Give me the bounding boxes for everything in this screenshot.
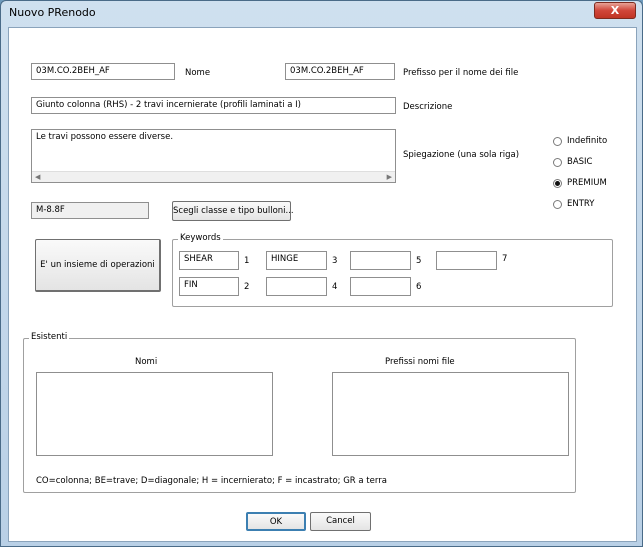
keyword-number-3: 3 bbox=[332, 256, 338, 266]
choose-bolts-button[interactable]: Scegli classe e tipo bulloni... bbox=[172, 201, 294, 221]
window-title: Nuovo PRenodo bbox=[9, 6, 96, 19]
radio-indefinito-label: Indefinito bbox=[567, 136, 608, 146]
names-header: Nomi bbox=[135, 357, 158, 367]
scroll-right-icon[interactable]: ▶ bbox=[387, 172, 392, 182]
keyword-input-6[interactable] bbox=[350, 277, 411, 296]
keyword-input-4[interactable] bbox=[266, 277, 327, 296]
prefixes-header: Prefissi nomi file bbox=[385, 357, 455, 367]
radio-basic-dot[interactable] bbox=[553, 157, 562, 167]
existing-group: Esistenti Nomi Prefissi nomi file CO=col… bbox=[23, 332, 576, 493]
spiegazione-text: Le travi possono essere diverse. bbox=[36, 132, 174, 142]
close-button[interactable]: X bbox=[594, 2, 636, 19]
keywords-group: Keywords SHEAR 1 FIN 2 HINGE 3 4 5 6 7 bbox=[172, 233, 613, 307]
keyword-number-4: 4 bbox=[332, 282, 338, 292]
existing-legend: Esistenti bbox=[29, 332, 70, 342]
dialog-body: 03M.CO.2BEH_AF Nome 03M.CO.2BEH_AF Prefi… bbox=[8, 27, 637, 542]
cancel-button[interactable]: Cancel bbox=[310, 512, 371, 531]
keyword-number-5: 5 bbox=[416, 256, 422, 266]
spiegazione-label: Spiegazione (una sola riga) bbox=[403, 150, 520, 160]
radio-basic[interactable]: BASIC bbox=[553, 157, 592, 167]
keyword-number-6: 6 bbox=[416, 282, 422, 292]
keyword-input-5[interactable] bbox=[350, 251, 411, 270]
bolt-class-field: M-8.8F bbox=[31, 202, 149, 219]
radio-indefinito[interactable]: Indefinito bbox=[553, 136, 607, 146]
spiegazione-textarea[interactable]: Le travi possono essere diverse. ◀ ▶ bbox=[31, 129, 396, 183]
keyword-number-1: 1 bbox=[244, 256, 250, 266]
keyword-number-7: 7 bbox=[502, 254, 508, 264]
radio-basic-label: BASIC bbox=[567, 157, 593, 167]
radio-entry-dot[interactable] bbox=[553, 199, 562, 209]
radio-entry[interactable]: ENTRY bbox=[553, 199, 594, 209]
abbreviations-note: CO=colonna; BE=trave; D=diagonale; H = i… bbox=[36, 476, 387, 486]
spiegazione-scrollbar[interactable]: ◀ ▶ bbox=[32, 171, 395, 182]
operations-set-button[interactable]: E' un insieme di operazioni bbox=[35, 239, 161, 292]
names-listbox[interactable] bbox=[36, 372, 273, 456]
nome-label: Nome bbox=[185, 68, 211, 78]
prefixes-listbox[interactable] bbox=[332, 372, 569, 456]
descrizione-label: Descrizione bbox=[403, 102, 453, 112]
keyword-input-1[interactable]: SHEAR bbox=[179, 251, 239, 270]
descrizione-input[interactable]: Giunto colonna (RHS) - 2 travi incernier… bbox=[31, 97, 396, 114]
radio-entry-label: ENTRY bbox=[567, 199, 595, 209]
radio-premium-dot[interactable] bbox=[553, 178, 562, 188]
ok-button[interactable]: OK bbox=[246, 512, 306, 531]
title-bar[interactable]: Nuovo PRenodo X bbox=[1, 1, 642, 25]
radio-premium-label: PREMIUM bbox=[567, 178, 607, 188]
dialog-window: Nuovo PRenodo X 03M.CO.2BEH_AF Nome 03M.… bbox=[0, 0, 643, 547]
keyword-number-2: 2 bbox=[244, 282, 250, 292]
radio-indefinito-dot[interactable] bbox=[553, 136, 562, 146]
keyword-input-3[interactable]: HINGE bbox=[266, 251, 327, 270]
nome-input[interactable]: 03M.CO.2BEH_AF bbox=[31, 63, 175, 80]
radio-premium[interactable]: PREMIUM bbox=[553, 178, 607, 188]
keyword-input-7[interactable] bbox=[436, 251, 497, 270]
prefisso-input[interactable]: 03M.CO.2BEH_AF bbox=[285, 63, 395, 80]
keywords-legend: Keywords bbox=[178, 233, 223, 243]
scroll-left-icon[interactable]: ◀ bbox=[35, 172, 40, 182]
keyword-input-2[interactable]: FIN bbox=[179, 277, 239, 296]
prefisso-label: Prefisso per il nome dei file bbox=[403, 68, 519, 78]
